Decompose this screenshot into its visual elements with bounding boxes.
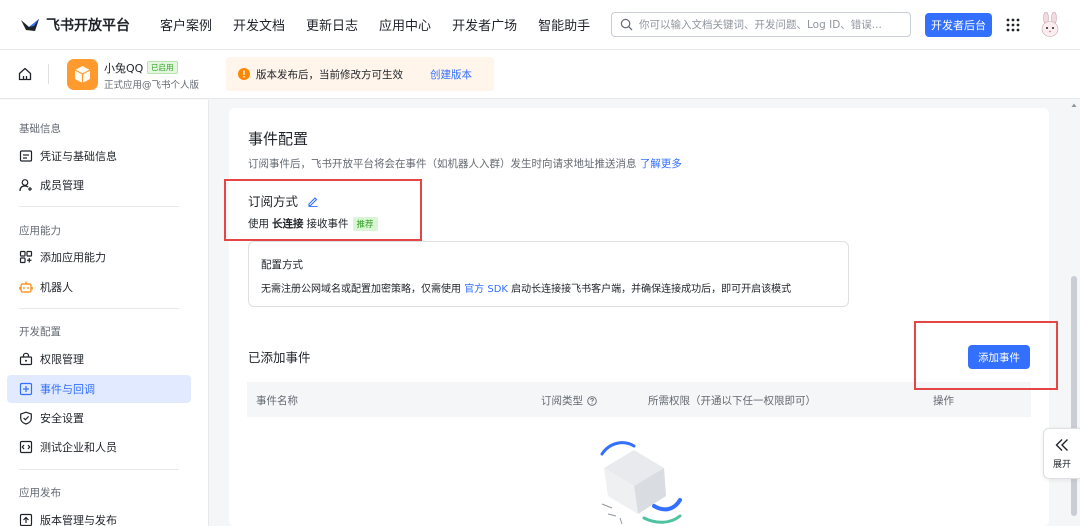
nav-item-dev-plaza[interactable]: 开发者广场	[452, 15, 517, 34]
sidebar-item-events[interactable]: 事件与回调	[7, 375, 191, 403]
search-input[interactable]	[639, 18, 909, 31]
warning-icon	[238, 68, 250, 80]
sidebar-divider	[19, 469, 179, 470]
nav-item-docs[interactable]: 开发文档	[233, 15, 285, 34]
recommended-badge: 推荐	[352, 216, 378, 231]
column-subscription-type: 订阅类型	[541, 393, 597, 408]
expand-label: 展开	[1052, 459, 1071, 470]
config-method-description: 无需注册公网域名或配置加密策略，仅需使用 官方 SDK 启动长连接接飞书客户端，…	[261, 280, 791, 295]
sidebar-item-label: 添加应用能力	[40, 251, 106, 264]
developer-console-button[interactable]: 开发者后台	[925, 13, 992, 37]
sidebar-item-version[interactable]: 版本管理与发布	[7, 506, 191, 526]
edit-icon[interactable]	[307, 195, 319, 207]
sidebar-divider	[19, 206, 179, 207]
sidebar-item-label: 版本管理与发布	[40, 514, 117, 526]
config-desc-suffix: 启动长连接接飞书客户端，并确保连接成功后，即可开启该模式	[511, 284, 792, 295]
nav-item-app-center[interactable]: 应用中心	[379, 15, 431, 34]
sidebar-item-robot[interactable]: 机器人	[7, 273, 191, 301]
page-title: 事件配置	[248, 130, 309, 148]
sidebar-item-permissions[interactable]: 权限管理	[7, 345, 191, 373]
app-header: 小兔QQ 已启用 正式应用@飞书个人版 版本发布后，当前修改方可生效 创建版本	[0, 50, 1080, 99]
user-avatar[interactable]	[1038, 12, 1062, 38]
event-config-card: 事件配置 订阅事件后，飞书开放平台将会在事件（如机器人入群）发生时向请求地址推送…	[229, 108, 1049, 526]
expand-panel-button[interactable]: 展开	[1043, 428, 1080, 479]
double-chevron-left-icon	[1055, 438, 1068, 451]
scroll-up-icon[interactable]	[1071, 102, 1077, 108]
help-icon[interactable]	[587, 395, 597, 406]
column-actions: 操作	[933, 395, 954, 407]
shield-icon	[20, 411, 32, 425]
column-subscription-type-label: 订阅类型	[541, 395, 583, 407]
sidebar-item-label: 测试企业和人员	[40, 441, 117, 454]
add-event-button[interactable]: 添加事件	[968, 345, 1030, 369]
release-notice: 版本发布后，当前修改方可生效 创建版本	[226, 57, 494, 91]
search-icon	[620, 18, 633, 31]
app-icon	[67, 59, 98, 90]
sidebar-divider	[19, 308, 179, 309]
sidebar-item-members[interactable]: 成员管理	[7, 171, 191, 199]
sidebar-item-test[interactable]: 测试企业和人员	[7, 433, 191, 461]
description-text: 订阅事件后，飞书开放平台将会在事件（如机器人入群）发生时向请求地址推送消息	[248, 158, 637, 170]
learn-more-link[interactable]: 了解更多	[640, 158, 682, 170]
long-connection-label: 长连接	[272, 218, 304, 230]
test-icon	[19, 440, 33, 454]
nav-item-assistant[interactable]: 智能助手	[538, 15, 590, 34]
nav-menu: 客户案例 开发文档 更新日志 应用中心 开发者广场 智能助手	[160, 15, 611, 34]
credential-icon	[19, 150, 33, 162]
sidebar-group-basic: 基础信息	[19, 123, 61, 135]
added-events-title: 已添加事件	[248, 350, 311, 365]
nav-item-changelog[interactable]: 更新日志	[306, 15, 358, 34]
apps-grid-icon[interactable]	[1006, 18, 1020, 32]
logo[interactable]: 飞书开放平台	[20, 15, 140, 35]
official-sdk-link[interactable]: 官方 SDK	[464, 284, 508, 295]
config-method-title: 配置方式	[261, 259, 303, 271]
sidebar-group-publish: 应用发布	[19, 487, 61, 499]
sidebar-item-security[interactable]: 安全设置	[7, 404, 191, 432]
nav-item-cases[interactable]: 客户案例	[160, 15, 212, 34]
sidebar-item-label: 机器人	[40, 281, 73, 294]
app-subtitle: 正式应用@飞书个人版	[104, 80, 200, 91]
sidebar-item-label: 成员管理	[40, 179, 84, 192]
divider	[48, 64, 49, 84]
box-icon	[74, 66, 91, 83]
sidebar-item-label: 权限管理	[40, 353, 84, 366]
events-table-header: 事件名称 订阅类型 所需权限（开通以下任一权限即可） 操作	[247, 382, 1031, 417]
sidebar-group-dev-config: 开发配置	[19, 326, 61, 338]
sub-line-suffix: 接收事件	[306, 218, 349, 230]
version-icon	[19, 513, 33, 526]
app-name: 小兔QQ	[104, 62, 144, 75]
column-required-permissions: 所需权限（开通以下任一权限即可）	[648, 395, 816, 407]
robot-icon	[19, 281, 33, 293]
subscription-mode-title: 订阅方式	[248, 194, 299, 209]
column-event-name: 事件名称	[256, 395, 298, 407]
sidebar-item-credentials[interactable]: 凭证与基础信息	[7, 142, 191, 170]
sidebar-item-add-capability[interactable]: 添加应用能力	[7, 243, 191, 271]
event-icon	[19, 382, 33, 396]
add-capability-icon	[19, 250, 33, 264]
config-method-box: 配置方式 无需注册公网域名或配置加密策略，仅需使用 官方 SDK 启动长连接接飞…	[248, 241, 849, 307]
top-navigation: 飞书开放平台 客户案例 开发文档 更新日志 应用中心 开发者广场 智能助手 开发…	[0, 0, 1080, 50]
sidebar-item-label: 凭证与基础信息	[40, 150, 117, 163]
feishu-logo-icon	[21, 18, 39, 31]
create-version-link[interactable]: 创建版本	[430, 67, 472, 82]
scroll-thumb[interactable]	[1071, 276, 1077, 516]
sub-line-prefix: 使用	[248, 218, 269, 230]
search-box[interactable]	[611, 12, 911, 37]
status-badge: 已启用	[147, 61, 178, 74]
permission-icon	[19, 352, 33, 366]
notice-text: 版本发布后，当前修改方可生效	[256, 68, 403, 81]
page-description: 订阅事件后，飞书开放平台将会在事件（如机器人入群）发生时向请求地址推送消息 了解…	[248, 156, 682, 171]
subscription-mode-value: 使用 长连接 接收事件 推荐	[248, 216, 378, 231]
home-icon[interactable]	[18, 67, 32, 81]
member-icon	[19, 179, 32, 192]
sidebar: 基础信息 凭证与基础信息 成员管理 应用能力 添加应用能力 机器人 开发配置 权…	[0, 100, 209, 526]
sidebar-item-label: 事件与回调	[40, 383, 95, 396]
subscription-mode-heading: 订阅方式	[248, 191, 319, 210]
config-desc-prefix: 无需注册公网域名或配置加密策略，仅需使用	[261, 284, 461, 295]
sidebar-item-label: 安全设置	[40, 412, 84, 425]
logo-text: 飞书开放平台	[46, 17, 130, 34]
sidebar-group-capability: 应用能力	[19, 225, 61, 237]
empty-state-illustration	[600, 441, 682, 525]
